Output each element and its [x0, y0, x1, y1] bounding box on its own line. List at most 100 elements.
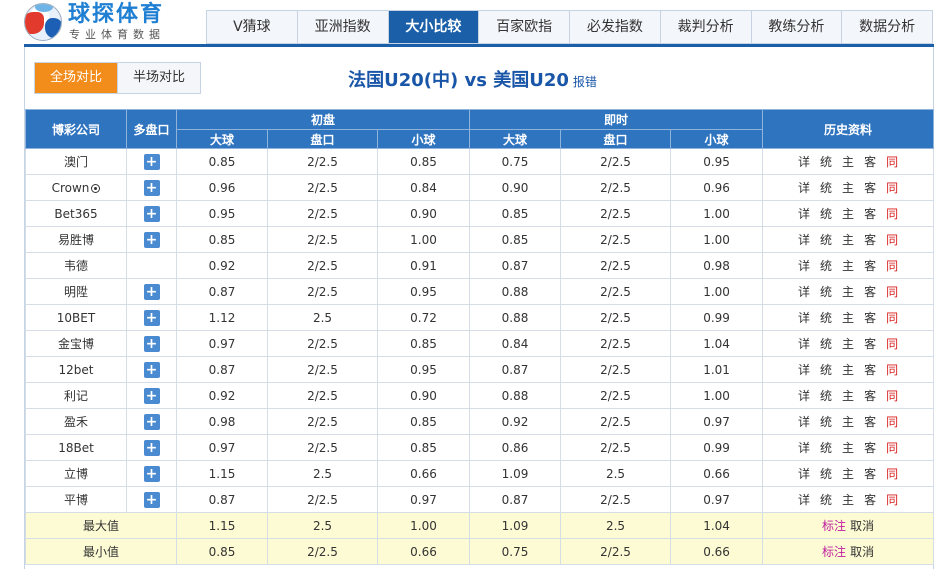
history-link[interactable]: 同: [886, 361, 898, 378]
mark-link[interactable]: 标注: [822, 545, 846, 559]
history-link[interactable]: 同: [886, 335, 898, 352]
expand-plus-button[interactable]: +: [143, 387, 160, 404]
company-name[interactable]: 利记: [64, 389, 88, 403]
history-link[interactable]: 统: [820, 439, 832, 456]
history-link[interactable]: 主: [842, 231, 854, 248]
history-link[interactable]: 详: [798, 439, 810, 456]
history-link[interactable]: 主: [842, 257, 854, 274]
history-link[interactable]: 详: [798, 257, 810, 274]
history-link[interactable]: 详: [798, 361, 810, 378]
history-link[interactable]: 统: [820, 309, 832, 326]
history-link[interactable]: 主: [842, 205, 854, 222]
expand-plus-button[interactable]: +: [143, 413, 160, 430]
history-link[interactable]: 详: [798, 465, 810, 482]
cancel-link[interactable]: 取消: [850, 545, 874, 559]
history-link[interactable]: 详: [798, 153, 810, 170]
nav-tab[interactable]: 百家欧指: [479, 11, 570, 43]
history-link[interactable]: 详: [798, 335, 810, 352]
expand-plus-button[interactable]: +: [143, 491, 160, 508]
history-link[interactable]: 主: [842, 309, 854, 326]
history-link[interactable]: 统: [820, 283, 832, 300]
history-link[interactable]: 客: [864, 283, 876, 300]
history-link[interactable]: 统: [820, 205, 832, 222]
history-link[interactable]: 主: [842, 491, 854, 508]
nav-tab[interactable]: 教练分析: [752, 11, 843, 43]
history-link[interactable]: 详: [798, 491, 810, 508]
history-link[interactable]: 主: [842, 179, 854, 196]
history-link[interactable]: 同: [886, 153, 898, 170]
history-link[interactable]: 客: [864, 335, 876, 352]
expand-plus-button[interactable]: +: [143, 335, 160, 352]
history-link[interactable]: 主: [842, 153, 854, 170]
history-link[interactable]: 同: [886, 179, 898, 196]
history-link[interactable]: 主: [842, 387, 854, 404]
nav-tab[interactable]: 亚洲指数: [298, 11, 389, 43]
company-name[interactable]: Bet365: [54, 207, 97, 221]
nav-tab[interactable]: 裁判分析: [661, 11, 752, 43]
expand-plus-button[interactable]: +: [143, 231, 160, 248]
history-link[interactable]: 同: [886, 439, 898, 456]
history-link[interactable]: 统: [820, 257, 832, 274]
company-name[interactable]: 立博: [64, 467, 88, 481]
company-name[interactable]: 明陞: [64, 285, 88, 299]
history-link[interactable]: 客: [864, 465, 876, 482]
history-link[interactable]: 同: [886, 309, 898, 326]
history-link[interactable]: 主: [842, 413, 854, 430]
company-name[interactable]: 金宝博: [58, 337, 94, 351]
history-link[interactable]: 统: [820, 361, 832, 378]
history-link[interactable]: 详: [798, 413, 810, 430]
mark-link[interactable]: 标注: [822, 519, 846, 533]
history-link[interactable]: 客: [864, 491, 876, 508]
company-name[interactable]: Crown: [52, 181, 90, 195]
expand-plus-button[interactable]: +: [143, 439, 160, 456]
history-link[interactable]: 详: [798, 205, 810, 222]
history-link[interactable]: 详: [798, 387, 810, 404]
history-link[interactable]: 同: [886, 413, 898, 430]
history-link[interactable]: 客: [864, 205, 876, 222]
history-link[interactable]: 统: [820, 231, 832, 248]
history-link[interactable]: 客: [864, 387, 876, 404]
history-link[interactable]: 统: [820, 179, 832, 196]
history-link[interactable]: 客: [864, 231, 876, 248]
expand-plus-button[interactable]: +: [143, 205, 160, 222]
company-name[interactable]: 澳门: [64, 155, 88, 169]
history-link[interactable]: 主: [842, 465, 854, 482]
history-link[interactable]: 统: [820, 153, 832, 170]
history-link[interactable]: 主: [842, 439, 854, 456]
history-link[interactable]: 客: [864, 257, 876, 274]
history-link[interactable]: 同: [886, 387, 898, 404]
company-name[interactable]: 18Bet: [58, 441, 94, 455]
history-link[interactable]: 主: [842, 361, 854, 378]
company-name[interactable]: 12bet: [59, 363, 94, 377]
history-link[interactable]: 详: [798, 309, 810, 326]
history-link[interactable]: 同: [886, 205, 898, 222]
history-link[interactable]: 主: [842, 283, 854, 300]
expand-plus-button[interactable]: +: [143, 465, 160, 482]
site-logo[interactable]: 球探体育 专业体育数据: [24, 2, 194, 44]
history-link[interactable]: 详: [798, 179, 810, 196]
expand-plus-button[interactable]: +: [143, 309, 160, 326]
history-link[interactable]: 统: [820, 413, 832, 430]
history-link[interactable]: 详: [798, 231, 810, 248]
expand-plus-button[interactable]: +: [143, 179, 160, 196]
history-link[interactable]: 客: [864, 413, 876, 430]
expand-plus-button[interactable]: +: [143, 361, 160, 378]
expand-plus-button[interactable]: +: [143, 153, 160, 170]
cancel-link[interactable]: 取消: [850, 519, 874, 533]
nav-tab[interactable]: V猜球: [207, 11, 298, 43]
company-name[interactable]: 盈禾: [64, 415, 88, 429]
history-link[interactable]: 同: [886, 231, 898, 248]
history-link[interactable]: 同: [886, 283, 898, 300]
history-link[interactable]: 同: [886, 257, 898, 274]
history-link[interactable]: 客: [864, 153, 876, 170]
nav-tab[interactable]: 数据分析: [842, 11, 932, 43]
nav-tab[interactable]: 必发指数: [570, 11, 661, 43]
history-link[interactable]: 统: [820, 491, 832, 508]
history-link[interactable]: 详: [798, 283, 810, 300]
company-name[interactable]: 韦德: [64, 259, 88, 273]
company-name[interactable]: 平博: [64, 493, 88, 507]
history-link[interactable]: 客: [864, 179, 876, 196]
report-error-link[interactable]: 报错: [573, 75, 597, 89]
expand-plus-button[interactable]: +: [143, 283, 160, 300]
history-link[interactable]: 统: [820, 335, 832, 352]
